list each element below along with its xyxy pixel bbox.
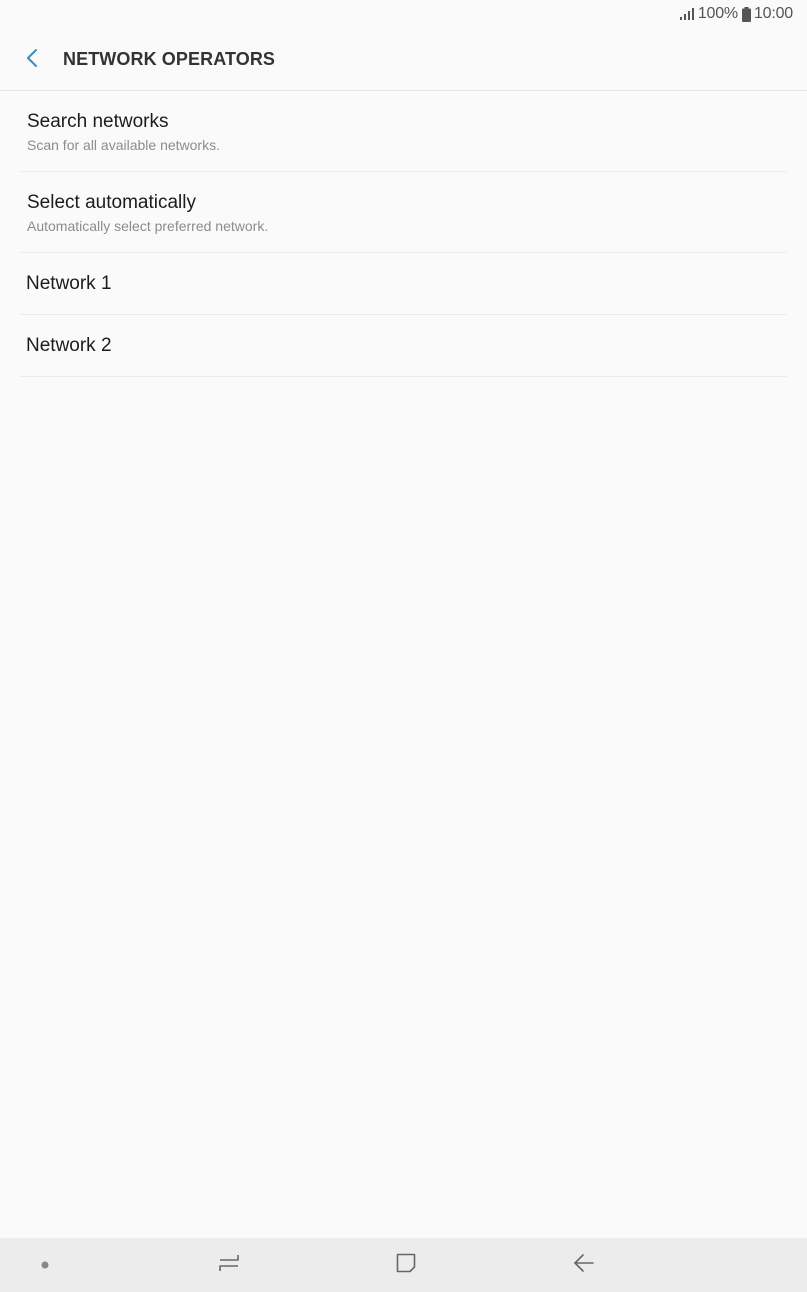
back-arrow-icon xyxy=(573,1253,595,1278)
select-automatically-item[interactable]: Select automatically Automatically selec… xyxy=(20,172,787,253)
recent-apps-button[interactable] xyxy=(199,1238,259,1292)
battery-icon xyxy=(741,6,751,22)
settings-list: Search networks Scan for all available n… xyxy=(20,91,787,377)
search-networks-item[interactable]: Search networks Scan for all available n… xyxy=(20,91,787,172)
home-icon xyxy=(395,1252,417,1279)
select-automatically-subtitle: Automatically select preferred network. xyxy=(27,218,269,234)
select-automatically-title: Select automatically xyxy=(27,192,196,213)
status-bar: 100% 10:00 xyxy=(0,0,807,28)
network-1-title: Network 1 xyxy=(26,273,112,294)
signal-icon xyxy=(679,8,694,20)
network-2-title: Network 2 xyxy=(26,335,112,356)
status-indicators: 100% 10:00 xyxy=(679,5,793,23)
navigation-bar xyxy=(0,1238,807,1292)
dot-icon xyxy=(41,1256,49,1274)
search-networks-title: Search networks xyxy=(27,111,169,132)
dot-button[interactable] xyxy=(15,1238,75,1292)
back-nav-button[interactable] xyxy=(554,1238,614,1292)
back-button[interactable] xyxy=(18,46,46,74)
clock: 10:00 xyxy=(753,5,793,22)
battery-percent: 100% xyxy=(697,5,738,22)
recent-apps-icon xyxy=(218,1253,240,1278)
home-button[interactable] xyxy=(376,1238,436,1292)
app-header: NETWORK OPERATORS xyxy=(0,28,807,91)
chevron-left-icon xyxy=(26,48,38,73)
page-title: NETWORK OPERATORS xyxy=(63,49,276,69)
network-2-item[interactable]: Network 2 xyxy=(20,315,787,377)
network-1-item[interactable]: Network 1 xyxy=(20,253,787,315)
search-networks-subtitle: Scan for all available networks. xyxy=(27,137,220,153)
